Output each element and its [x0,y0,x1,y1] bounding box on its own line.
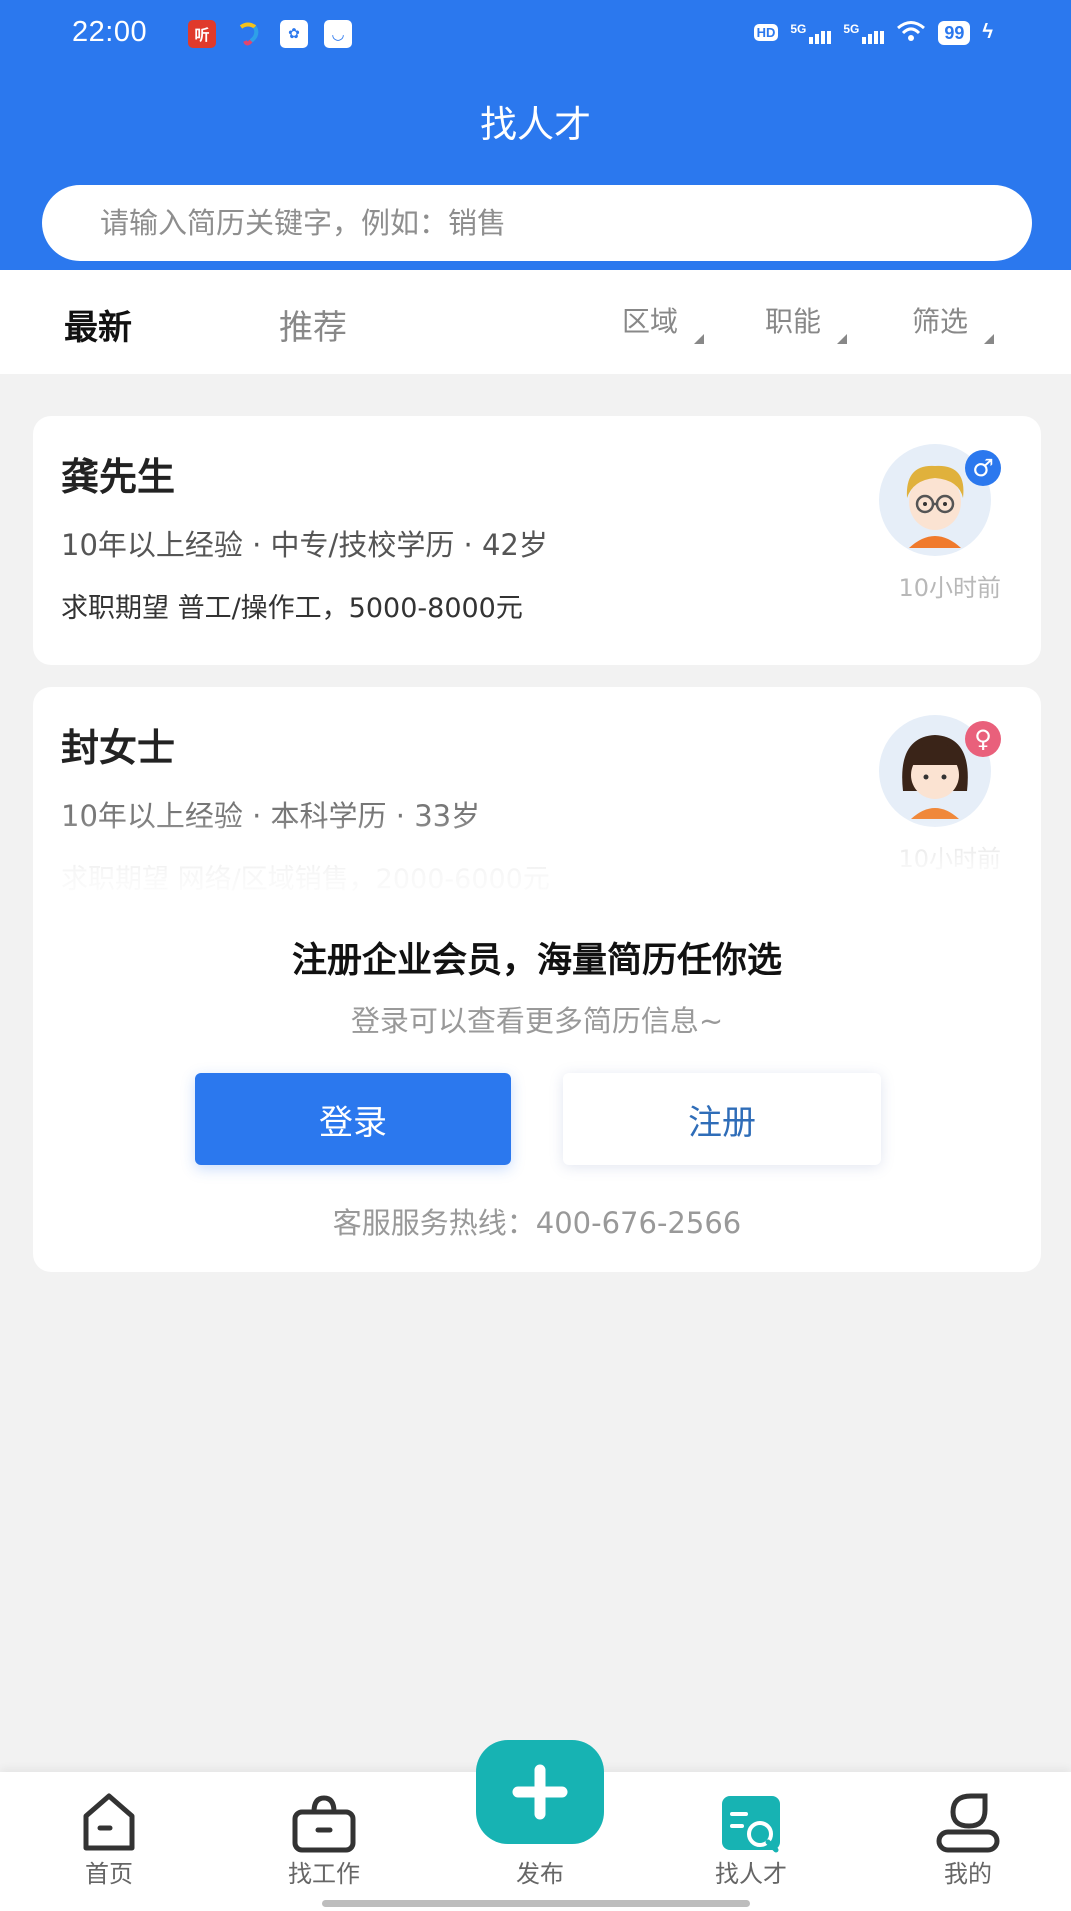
candidate-name: 封女士 [61,726,176,770]
filter-bar: 最新 推荐 区域 职能 筛选 [0,270,1071,374]
battery-indicator: 99 [938,20,971,45]
user-icon [936,1793,1000,1853]
promo-title: 注册企业会员，海量简历任你选 [291,941,782,981]
tab-label: 首页 [85,1860,133,1888]
dropdown-triangle-icon [694,334,705,344]
candidate-info: 10年以上经验 · 中专/技校学历 · 42岁 [61,528,548,562]
avatar: ♂ [879,444,1001,556]
filter-function-dropdown[interactable]: 职能 [765,300,848,344]
filter-region-dropdown[interactable]: 区域 [622,300,705,344]
avatar: ♀ [879,715,1001,827]
message-icon: ◡ [324,20,352,48]
status-indicators: HD 5G 5G 99 ϟ [753,20,993,45]
filter-region-label: 区域 [622,305,679,338]
tab-find-job[interactable]: 找工作 [244,1772,404,1911]
home-indicator[interactable] [322,1900,750,1907]
update-time: 10小时前 [898,574,1001,602]
resume-card[interactable]: 封女士 10年以上经验 · 本科学历 · 33岁 求职期望 网络/区域销售，20… [33,687,1041,1272]
filter-screen-dropdown[interactable]: 筛选 [912,300,995,344]
blur-overlay [33,817,1041,907]
hd-indicator: HD [753,24,779,41]
tab-label: 找人才 [715,1860,787,1888]
candidate-name: 龚先生 [61,455,176,499]
search-bar[interactable] [42,185,1032,261]
signal-icon-2: 5G [843,22,885,44]
dropdown-triangle-icon [984,334,995,344]
colorful-app-icon [234,20,262,48]
promo-subtitle: 登录可以查看更多简历信息~ [350,1004,724,1038]
briefcase-icon [292,1795,356,1853]
resume-card[interactable]: 龚先生 10年以上经验 · 中专/技校学历 · 42岁 求职期望 普工/操作工，… [33,416,1041,665]
filter-function-label: 职能 [765,305,822,338]
customer-service-hotline: 客服服务热线：400-676-2566 [332,1206,742,1240]
tab-label: 发布 [516,1860,564,1888]
wifi-icon [896,20,926,45]
charging-icon: ϟ [982,21,993,43]
register-button[interactable]: 注册 [563,1073,881,1165]
status-time: 22:00 [72,16,148,48]
tab-find-talent[interactable]: 找人才 [671,1772,831,1911]
job-expectation: 求职期望 普工/操作工，5000-8000元 [61,593,523,624]
filter-screen-label: 筛选 [912,305,969,338]
tab-mine[interactable]: 我的 [888,1772,1048,1911]
tab-recommend[interactable]: 推荐 [279,300,347,349]
publish-button[interactable] [476,1740,604,1844]
plus-icon [512,1764,568,1820]
tab-label: 我的 [944,1860,992,1888]
search-input[interactable] [100,206,980,240]
tingshu-app-icon: 听 [188,20,216,48]
login-button[interactable]: 登录 [195,1073,511,1165]
home-icon [83,1793,135,1851]
status-bar: 22:00 听 ✿ ◡ HD 5G 5G 99 ϟ [0,0,1071,70]
tab-label: 找工作 [288,1860,360,1888]
dropdown-triangle-icon [837,334,848,344]
page-title: 找人才 [480,103,591,146]
female-badge-icon: ♀ [965,721,1001,757]
tab-latest[interactable]: 最新 [64,300,132,349]
signal-icon: 5G [790,22,832,44]
male-badge-icon: ♂ [965,450,1001,486]
baidu-icon: ✿ [280,20,308,48]
resume-search-icon [722,1796,780,1853]
tab-home[interactable]: 首页 [29,1772,189,1911]
